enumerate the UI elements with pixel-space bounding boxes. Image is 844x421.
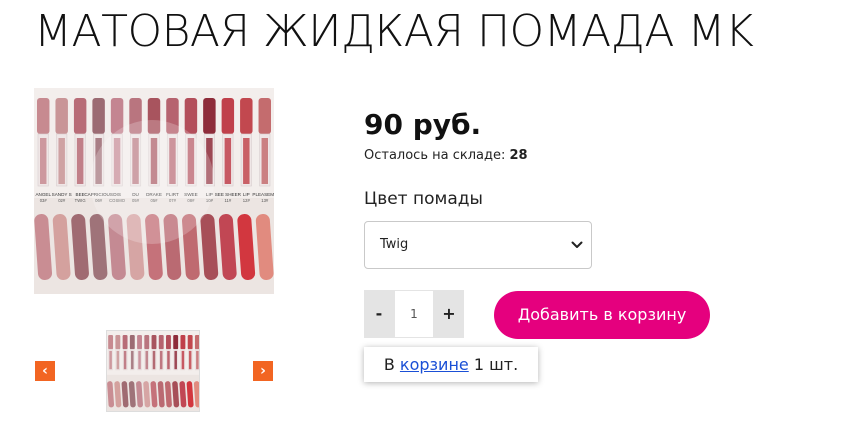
lipstick-tube-product [224,138,232,184]
lipstick-tube-cap [194,334,199,350]
lipstick-tube-product [159,350,163,370]
lipstick-tube-cap [203,98,216,134]
chevron-right-icon: › [260,363,266,379]
zoom-lens-overlay [90,120,214,244]
color-select[interactable]: Twig [364,221,592,269]
color-select-value: Twig [380,237,409,252]
swatch-code-label: TWIG [75,198,86,203]
swatch-code-label: 02# [58,198,66,203]
swatch-code-label: 12# [243,198,251,203]
swatch-code-label: 13# [261,198,269,203]
swatch-name-label: ANGEL [35,192,51,197]
lipstick-tube-cap [173,334,179,350]
lipstick-tube-product [58,138,65,184]
lipstick-tube-product [76,138,84,184]
lipstick-tube-product [123,350,127,370]
chevron-down-icon [571,241,583,248]
lipstick-tube-product [116,350,120,370]
lipstick-tube-product [109,350,112,370]
cart-notice: В корзине 1 шт. [364,347,538,382]
stock-count: 28 [509,148,528,163]
lipstick-tube-cap [73,98,87,134]
gallery-thumbnail[interactable] [106,330,200,412]
lipstick-tube-cap [137,334,142,350]
quantity-increase-button[interactable]: + [434,290,464,338]
lipstick-tube-product [196,350,199,370]
cart-notice-suffix: 1 шт. [473,355,519,374]
lipstick-tube-cap [180,334,186,350]
swatch-name-label: SANDY S [52,192,72,197]
product-title: МАТОВАЯ ЖИДКАЯ ПОМАДА MK [34,6,754,57]
color-option-label: Цвет помады [364,189,483,209]
lipstick-tube-product [188,350,192,370]
swatch-name-label: PLEASEME [252,192,274,197]
swatch-code-label: 03# [40,198,48,203]
lipstick-tube-cap [166,334,171,350]
lipstick-tube-cap [184,98,198,134]
add-to-cart-button[interactable]: Добавить в корзину [494,291,710,339]
quantity-decrease-button[interactable]: - [364,290,394,338]
lipstick-tube-product [152,350,156,370]
swatch-name-label: SEE SHEER [215,192,242,197]
cart-link[interactable]: корзине [400,355,469,374]
quantity-input[interactable]: 1 [394,290,434,338]
lipstick-tube-product [40,138,47,184]
stock-label: Осталось на складе: [364,148,506,163]
lipstick-tube-cap [240,98,253,134]
lipstick-tube-product [174,350,177,370]
lipstick-tube-product [145,350,149,370]
lipstick-tube-cap [144,334,150,350]
lipstick-tube-product [131,350,134,370]
lipstick-tube-cap [92,98,105,134]
lipstick-tube-cap [258,98,271,134]
lipstick-tube-cap [37,98,50,134]
stock-info: Осталось на складе: 28 [364,148,528,163]
lipstick-swatches-image: ANGEL03#SANDY S02#BEETWIGCAPRICIOUS06#DI… [34,88,274,294]
thumbnail-image [107,331,199,411]
lipstick-tube-cap [108,334,114,350]
lipstick-tube-product [261,138,268,184]
lipstick-tube-cap [129,334,135,350]
lipstick-tube-cap [122,334,128,350]
lipstick-tube-product [167,350,170,370]
lipstick-tube-cap [151,334,157,350]
lipstick-tube-cap [187,334,193,350]
lipstick-tube-product [243,138,250,184]
lipstick-tube-cap [221,98,235,134]
product-price: 90 руб. [364,108,482,141]
gallery-prev-button[interactable]: ‹ [35,361,55,381]
chevron-left-icon: ‹ [42,363,48,379]
swatch-code-label: 11# [225,198,232,203]
swatch-name-label: LIP [243,192,250,197]
lipstick-tube-cap [115,334,121,350]
lipstick-tube-cap [55,98,68,134]
lipstick-tube-cap [158,334,164,350]
lipstick-tube-product [181,350,185,370]
gallery-next-button[interactable]: › [253,361,273,381]
cart-notice-prefix: В [383,355,395,374]
product-main-image[interactable]: ANGEL 03# SANDY S 02# BEE TWIG CAPRICIOUS 06# DI… [34,88,274,294]
lipstick-tube-product [138,350,141,370]
